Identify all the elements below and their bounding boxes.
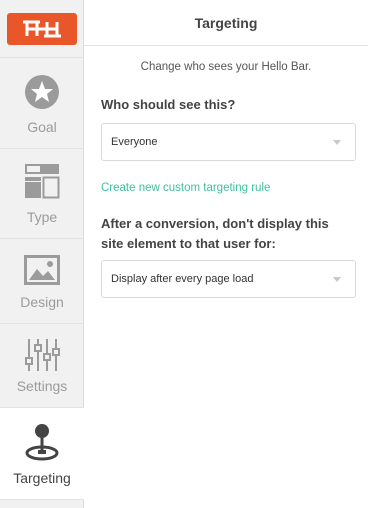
joystick-icon [25,424,59,461]
sidebar-item-label: Targeting [13,470,71,486]
page-title: Targeting [84,0,368,46]
sliders-icon [25,339,60,371]
who-section-title: Who should see this? [101,97,236,112]
targeting-panel: Targeting Change who sees your Hello Bar… [84,0,368,508]
audience-select-value: Everyone [111,136,158,148]
hellobar-logo-icon[interactable] [6,12,77,45]
after-conversion-title: After a conversion, don't display this s… [101,216,329,251]
audience-select[interactable]: Everyone [101,123,356,161]
chevron-down-icon [333,277,341,282]
display-frequency-select[interactable]: Display after every page load [101,260,356,298]
sidebar-item-label: Type [26,209,58,225]
sidebar-item-label: Goal [27,119,57,135]
sidebar-item-label: Settings [16,378,68,394]
chevron-down-icon [333,140,341,145]
sidebar: Goal Type Design Settings Targeting [0,0,84,508]
sidebar-item-type[interactable]: Type [0,149,84,239]
sidebar-item-label: Design [20,294,64,310]
sidebar-item-design[interactable]: Design [0,239,84,324]
page-subtitle: Change who sees your Hello Bar. [140,61,312,73]
logo-area [0,0,83,58]
star-icon [25,75,59,109]
sidebar-item-settings[interactable]: Settings [0,324,84,408]
sidebar-item-targeting[interactable]: Targeting [0,408,84,500]
image-icon [24,255,60,285]
sidebar-item-goal[interactable]: Goal [0,58,84,149]
display-frequency-value: Display after every page load [111,273,254,285]
layout-grid-icon [25,164,60,199]
create-custom-rule-link[interactable]: Create new custom targeting rule [101,182,270,194]
